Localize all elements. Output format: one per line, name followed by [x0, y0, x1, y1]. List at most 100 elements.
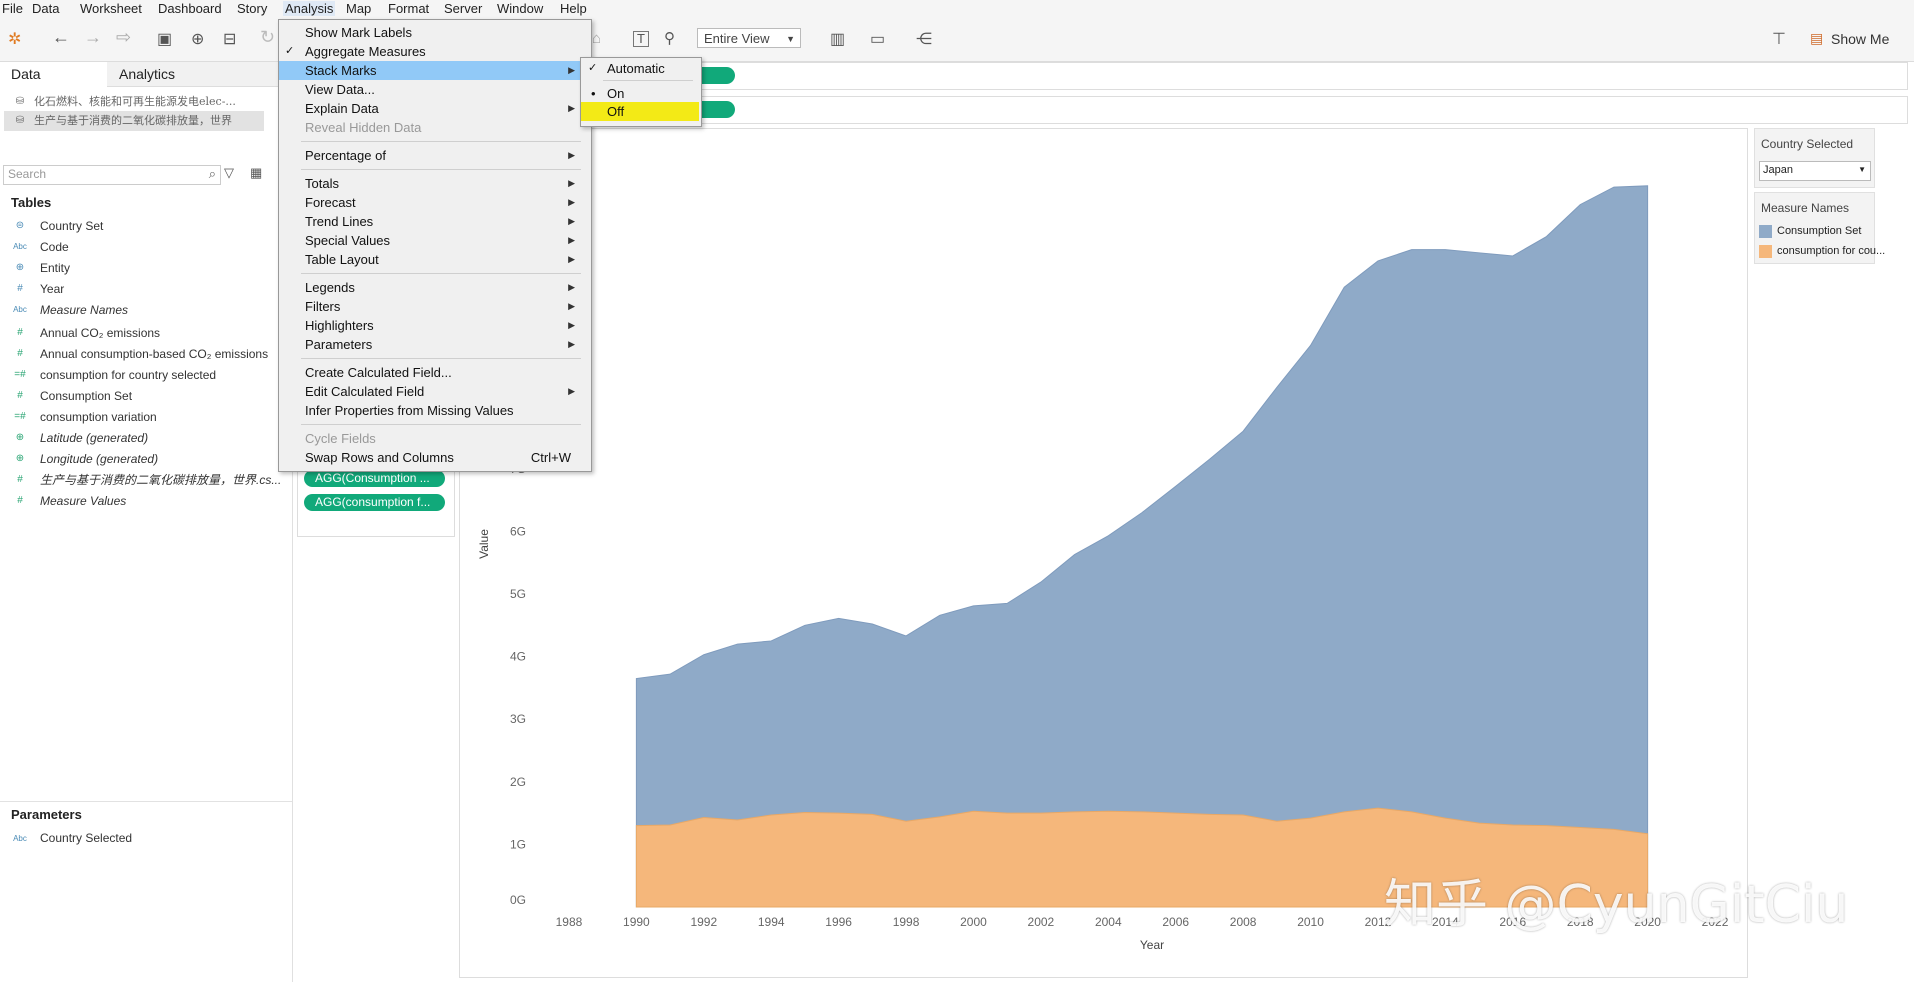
datasource-item[interactable]: ⛁ 化石燃料、核能和可再生能源发电elec-... [0, 92, 292, 112]
menu-item-trend-lines[interactable]: Trend Lines ▶ [279, 212, 589, 231]
country-select[interactable]: Japan ▼ [1759, 161, 1871, 181]
field-label: consumption variation [40, 410, 157, 424]
tab-analytics[interactable]: Analytics [107, 62, 292, 87]
menu-item-explain-data[interactable]: Explain Data ▶ [279, 99, 589, 118]
menu-item-parameters[interactable]: Parameters ▶ [279, 335, 589, 354]
field-item[interactable]: # Measure Values [0, 491, 292, 511]
pause-updates-icon[interactable]: ⊟ [223, 29, 236, 49]
x-tick-label: 1998 [893, 915, 920, 929]
filter-icon[interactable]: ▽ [224, 165, 234, 181]
show-me-icon[interactable]: ▤ [1810, 30, 1823, 47]
menu-item-table-layout[interactable]: Table Layout ▶ [279, 250, 589, 269]
menu-item-view-data[interactable]: View Data... [279, 80, 589, 99]
menu-file[interactable]: File [2, 1, 23, 16]
field-item[interactable]: # Consumption Set [0, 386, 292, 406]
watermark: 知乎 @CyunGitCiu [1384, 875, 1849, 935]
field-item[interactable]: =# consumption for country selected [0, 365, 292, 385]
menu-item-aggregate-measures[interactable]: ✓ Aggregate Measures [279, 42, 589, 61]
field-item[interactable]: # Year [0, 279, 292, 299]
menu-separator [301, 169, 581, 170]
globe-icon: ⊕ [15, 432, 25, 443]
menu-help[interactable]: Help [560, 1, 587, 16]
menu-analysis[interactable]: Analysis [283, 1, 336, 16]
attach-icon[interactable]: ⌂ [592, 30, 601, 47]
menu-item-label: Parameters [305, 337, 373, 352]
area-chart[interactable]: 1988 1990 1992 1994 1996 1998 2000 2002 2004 2006… [460, 129, 1747, 977]
menu-data[interactable]: Data [32, 1, 59, 16]
marks-pill[interactable]: AGG(Consumption ... [304, 470, 445, 487]
parameter-item[interactable]: Abc Country Selected [0, 828, 292, 848]
menu-item-special-values[interactable]: Special Values ▶ [279, 231, 589, 250]
menu-item-create-calculated-field[interactable]: Create Calculated Field... [279, 363, 589, 382]
country-select-value: Japan [1763, 164, 1793, 176]
search-input[interactable]: Search ⌕ [3, 165, 221, 185]
chart-view: 1988 1990 1992 1994 1996 1998 2000 2002 2004 2006… [459, 128, 1748, 978]
menu-item-label: Trend Lines [305, 214, 374, 229]
menu-format[interactable]: Format [388, 1, 429, 16]
save-icon[interactable]: ▣ [157, 29, 172, 49]
redo-icon[interactable]: → [84, 27, 102, 48]
datasource-label: 生产与基于消费的二氧化碳排放量，世界 [34, 114, 232, 127]
field-item[interactable]: =# consumption variation [0, 407, 292, 427]
menu-item-edit-calculated-field[interactable]: Edit Calculated Field ▶ [279, 382, 589, 401]
show-cards-icon[interactable]: ▥ [830, 29, 845, 49]
menu-item-totals[interactable]: Totals ▶ [279, 174, 589, 193]
menu-item-highlighters[interactable]: Highlighters ▶ [279, 316, 589, 335]
menu-item-infer-properties-from-missing-values[interactable]: Infer Properties from Missing Values [279, 401, 589, 420]
tableau-logo-icon[interactable]: ✲ [8, 29, 21, 49]
submenu-item-off[interactable]: Off [581, 102, 699, 121]
menu-item-forecast[interactable]: Forecast ▶ [279, 193, 589, 212]
menu-item-stack-marks[interactable]: Stack Marks ▶ [279, 61, 589, 80]
field-item[interactable]: Abc Measure Names [0, 300, 292, 320]
field-item[interactable]: # 生产与基于消费的二氧化碳排放量，世界.cs... [0, 470, 292, 490]
presentation-icon[interactable]: ▭ [870, 29, 885, 49]
rows-shelf[interactable] [588, 96, 1908, 124]
field-item[interactable]: ⊕ Longitude (generated) [0, 449, 292, 469]
field-item[interactable]: # Annual consumption-based CO₂ emissions [0, 344, 292, 364]
x-axis-title: Year [1140, 938, 1164, 952]
menu-item-label: Forecast [305, 195, 356, 210]
field-label: Entity [40, 261, 71, 275]
refresh-icon[interactable]: ↻ [260, 27, 275, 48]
menu-worksheet[interactable]: Worksheet [80, 1, 142, 16]
replay-icon[interactable]: ⇨ [116, 27, 131, 48]
view-options-icon[interactable]: ▦ [250, 165, 262, 181]
menu-item-legends[interactable]: Legends ▶ [279, 278, 589, 297]
parameter-card: Country Selected Japan ▼ [1754, 128, 1875, 188]
field-item[interactable]: ⊜ Country Set [0, 216, 292, 236]
menu-item-percentage-of[interactable]: Percentage of ▶ [279, 146, 589, 165]
menu-story[interactable]: Story [237, 1, 267, 16]
x-tick-label: 1992 [690, 915, 717, 929]
area-series-1[interactable] [635, 185, 1649, 908]
undo-icon[interactable]: ← [52, 27, 70, 48]
fit-select-value: Entire View [704, 31, 770, 46]
menu-item-filters[interactable]: Filters ▶ [279, 297, 589, 316]
field-label: Latitude (generated) [40, 431, 149, 445]
share-icon[interactable]: ⋲ [916, 29, 932, 49]
menu-item-show-mark-labels[interactable]: Show Mark Labels [279, 23, 589, 42]
menu-dashboard[interactable]: Dashboard [158, 1, 222, 16]
submenu-item-label: On [607, 86, 625, 101]
tab-data[interactable]: Data [0, 62, 106, 88]
new-datasource-icon[interactable]: ⊕ [191, 29, 204, 49]
marks-pill[interactable]: AGG(consumption f... [304, 494, 445, 511]
pin-icon[interactable]: ⚲ [664, 29, 675, 47]
menu-server[interactable]: Server [444, 1, 482, 16]
columns-shelf[interactable] [588, 62, 1908, 90]
format-painter-icon[interactable]: ⊤ [1772, 29, 1786, 49]
field-item[interactable]: Abc Code [0, 237, 292, 257]
field-label: Annual consumption-based CO₂ emissions [40, 347, 269, 361]
field-item[interactable]: ⊕ Latitude (generated) [0, 428, 292, 448]
text-icon[interactable]: T [633, 31, 649, 47]
fit-select[interactable]: Entire View ▼ [697, 28, 801, 48]
field-item[interactable]: ⊕ Entity [0, 258, 292, 278]
menu-map[interactable]: Map [346, 1, 371, 16]
y-tick-label: 5G [510, 587, 526, 601]
show-me-label[interactable]: Show Me [1831, 31, 1889, 47]
menu-window[interactable]: Window [497, 1, 543, 16]
menu-item-swap-rows-and-columns[interactable]: Swap Rows and Columns Ctrl+W [279, 448, 589, 467]
submenu-item-on[interactable]: • On [581, 84, 699, 103]
submenu-item-automatic[interactable]: ✓ Automatic [581, 59, 699, 78]
datasource-item-active[interactable]: ⛁ 生产与基于消费的二氧化碳排放量，世界 [4, 111, 264, 131]
field-item[interactable]: # Annual CO₂ emissions [0, 323, 292, 343]
